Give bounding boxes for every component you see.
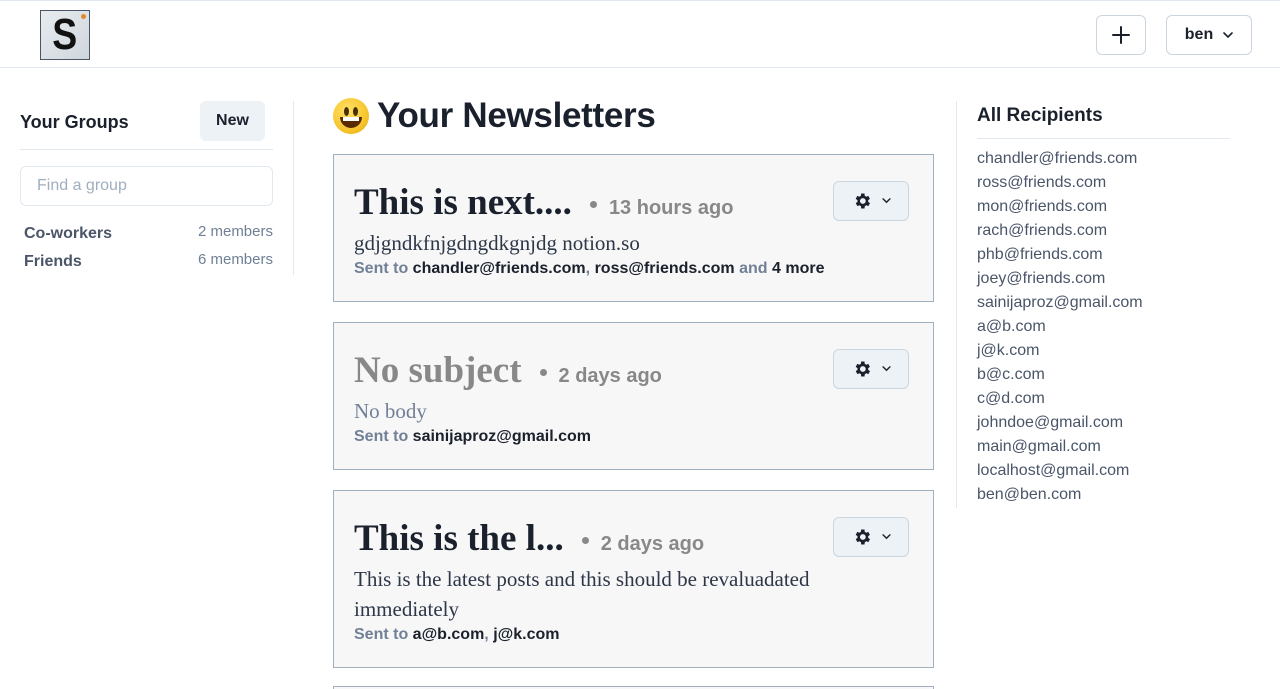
newsletter-body: gdjgndkfnjgdngdkgnjdg notion.so xyxy=(354,231,640,255)
recipients-panel: All Recipients chandler@friends.com ross… xyxy=(977,101,1230,509)
newsletter-recipients: Sent to chandler@friends.com, ross@frien… xyxy=(354,260,825,277)
newsletter-card[interactable]: This is the l... 2 days ago This is the … xyxy=(333,490,934,668)
sent-to-label: Sent to xyxy=(354,428,409,445)
recipient-item: main@gmail.com xyxy=(977,438,1101,455)
recipient-item: rach@friends.com xyxy=(977,222,1108,239)
groups-header: Your Groups New xyxy=(20,101,273,150)
recipient-item: b@c.com xyxy=(977,366,1045,383)
recipient-email: j@k.com xyxy=(493,626,560,643)
recipient-item: sainijaproz@gmail.com xyxy=(977,294,1143,311)
newsletter-settings-button[interactable] xyxy=(833,517,909,557)
more-recipients-link[interactable]: 4 more xyxy=(772,260,824,277)
newsletter-settings-button[interactable] xyxy=(833,181,909,221)
newsletter-settings-button[interactable] xyxy=(833,349,909,389)
newsletter-recipients: Sent to sainijaproz@gmail.com xyxy=(354,428,591,446)
newsletter-title[interactable]: No subject xyxy=(354,349,522,392)
add-newsletter-button[interactable] xyxy=(1096,15,1146,55)
groups-sidebar: Your Groups New Co-workers 2 members Fri… xyxy=(20,101,273,270)
top-bar: S ben xyxy=(0,0,1280,68)
logo-letter: S xyxy=(52,10,78,59)
group-item-co-workers[interactable]: Co-workers 2 members xyxy=(24,223,273,245)
page-title: Your Newsletters xyxy=(377,96,656,135)
chevron-down-icon xyxy=(881,198,891,204)
newsletter-time: 2 days ago xyxy=(600,533,705,555)
recipient-item: johndoe@gmail.com xyxy=(977,414,1124,431)
chevron-down-icon xyxy=(881,534,891,540)
sent-to-label: Sent to xyxy=(354,260,409,277)
user-name: ben xyxy=(1184,26,1214,43)
group-member-count: 2 members xyxy=(197,223,273,240)
chevron-down-icon xyxy=(881,366,891,372)
new-group-button[interactable]: New xyxy=(200,101,265,141)
recipient-email: a@b.com xyxy=(412,626,485,643)
separator-dot xyxy=(581,537,589,544)
card-title-row: No subject 2 days ago xyxy=(354,349,662,392)
user-menu-button[interactable]: ben xyxy=(1166,15,1252,55)
recipient-item: ross@friends.com xyxy=(977,174,1107,191)
groups-title: Your Groups xyxy=(20,112,129,132)
group-name: Friends xyxy=(24,253,82,270)
newsletter-body: No body xyxy=(354,399,427,423)
logo-dot xyxy=(81,14,86,19)
recipient-email: ross@friends.com xyxy=(594,260,735,277)
recipient-email: chandler@friends.com xyxy=(412,260,586,277)
newsletter-time: 2 days ago xyxy=(558,365,662,387)
recipient-item: phb@friends.com xyxy=(977,246,1103,263)
card-title-row: This is next.... 13 hours ago xyxy=(354,181,733,224)
smiley-icon xyxy=(333,98,369,134)
and-label: and xyxy=(739,260,768,277)
recipients-list: chandler@friends.com ross@friends.com mo… xyxy=(977,149,1230,509)
recipient-item: chandler@friends.com xyxy=(977,150,1138,167)
recipients-title: All Recipients xyxy=(977,101,1230,139)
page-title-row: Your Newsletters xyxy=(333,96,656,136)
plus-icon xyxy=(1112,26,1130,44)
group-member-count: 6 members xyxy=(197,251,273,268)
recipient-item: joey@friends.com xyxy=(977,270,1106,287)
recipient-item: mon@friends.com xyxy=(977,198,1108,215)
gear-icon xyxy=(855,361,870,377)
recipient-item: j@k.com xyxy=(977,342,1040,359)
newsletter-recipients: Sent to a@b.com, j@k.com xyxy=(354,626,560,643)
group-name: Co-workers xyxy=(24,225,113,242)
sidebar-divider xyxy=(293,101,294,275)
app-logo[interactable]: S xyxy=(40,10,90,60)
chevron-down-icon xyxy=(1223,31,1234,38)
recipient-email: sainijaproz@gmail.com xyxy=(412,428,591,445)
newsletter-title[interactable]: This is the l... xyxy=(354,517,564,560)
recipient-item: a@b.com xyxy=(977,318,1046,335)
gear-icon xyxy=(855,193,870,209)
newsletter-card[interactable]: No subject 2 days ago No body Sent to sa… xyxy=(333,322,934,470)
group-item-friends[interactable]: Friends 6 members xyxy=(24,251,273,273)
recipient-item: localhost@gmail.com xyxy=(977,462,1130,479)
newsletter-body: This is the latest posts and this should… xyxy=(354,567,810,621)
newsletter-card[interactable]: This is next.... 13 hours ago gdjgndkfnj… xyxy=(333,154,934,302)
recipient-item: c@d.com xyxy=(977,390,1045,407)
recipients-divider xyxy=(956,101,957,508)
separator-dot xyxy=(589,201,597,208)
gear-icon xyxy=(855,529,870,545)
separator-dot xyxy=(539,369,547,376)
card-title-row: This is the l... 2 days ago xyxy=(354,517,704,560)
newsletter-time: 13 hours ago xyxy=(608,197,734,219)
newsletter-title[interactable]: This is next.... xyxy=(354,181,572,224)
sent-to-label: Sent to xyxy=(354,626,409,643)
find-group-input[interactable] xyxy=(20,166,273,206)
recipient-item: ben@ben.com xyxy=(977,486,1082,503)
